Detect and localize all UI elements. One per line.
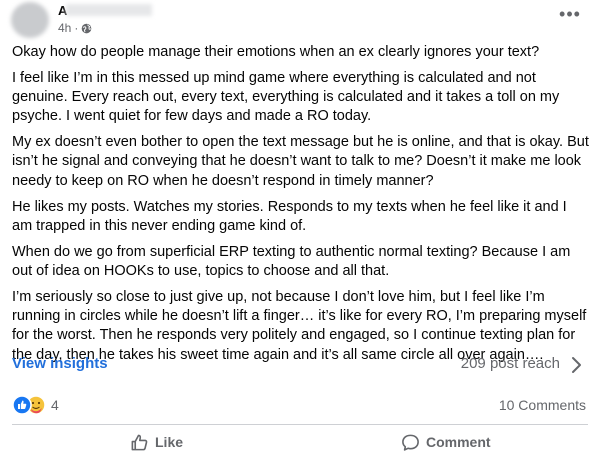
post-paragraph: Okay how do people manage their emotions…	[12, 44, 540, 60]
post-paragraph: I feel like I’m in this messed up mind g…	[12, 69, 560, 125]
more-options-button[interactable]: •••	[558, 4, 582, 26]
post-header: A 4h · •••	[0, 0, 600, 40]
like-label: Like	[155, 434, 184, 450]
globe-icon[interactable]	[81, 23, 92, 34]
comments-count[interactable]: 10 Comments	[499, 397, 586, 413]
actions-row: Like Comment	[0, 426, 600, 460]
post-body: Okay how do people manage their emotions…	[12, 43, 590, 371]
chevron-right-icon[interactable]	[566, 354, 586, 376]
insights-row: View insights 209 post reach	[0, 351, 600, 379]
comment-icon	[402, 434, 419, 451]
post-timestamp[interactable]: 4h	[58, 21, 71, 35]
author-name-redaction	[66, 4, 152, 16]
like-icon	[12, 395, 32, 415]
reaction-icons[interactable]	[12, 395, 48, 415]
post-paragraph: When do we go from superficial ERP texti…	[12, 243, 571, 279]
post-paragraph: My ex doesn’t even bother to open the te…	[12, 134, 589, 189]
like-button[interactable]: Like	[130, 426, 183, 458]
divider	[12, 424, 588, 425]
comment-button[interactable]: Comment	[401, 426, 491, 458]
meta-separator: ·	[74, 21, 79, 35]
reactions-row: 4 10 Comments	[0, 392, 600, 418]
more-options-icon: •••	[559, 4, 581, 24]
post-reach[interactable]: 209 post reach	[461, 355, 560, 372]
comment-label: Comment	[426, 434, 491, 450]
thumbs-up-icon	[131, 434, 148, 450]
post-meta: 4h ·	[58, 21, 92, 35]
reaction-count[interactable]: 4	[51, 397, 59, 413]
avatar[interactable]	[11, 2, 49, 38]
view-insights-link[interactable]: View insights	[12, 355, 108, 372]
post-paragraph: He likes my posts. Watches my stories. R…	[12, 198, 567, 234]
